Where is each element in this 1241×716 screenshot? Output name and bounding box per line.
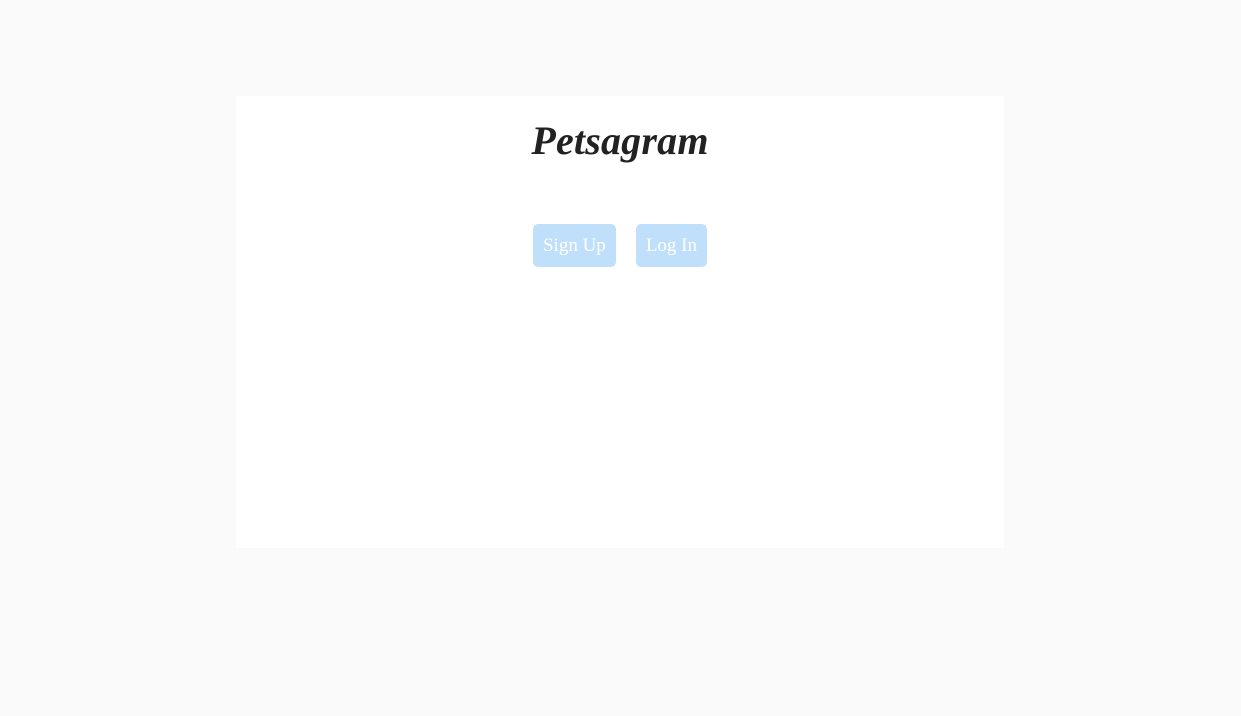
sign-up-button[interactable]: Sign Up (532, 224, 616, 267)
auth-actions: Sign Up Log In (236, 224, 1004, 267)
app-title: Petsagram (531, 118, 709, 163)
log-in-button[interactable]: Log In (635, 224, 707, 267)
landing-card: Petsagram Sign Up Log In (236, 96, 1004, 548)
